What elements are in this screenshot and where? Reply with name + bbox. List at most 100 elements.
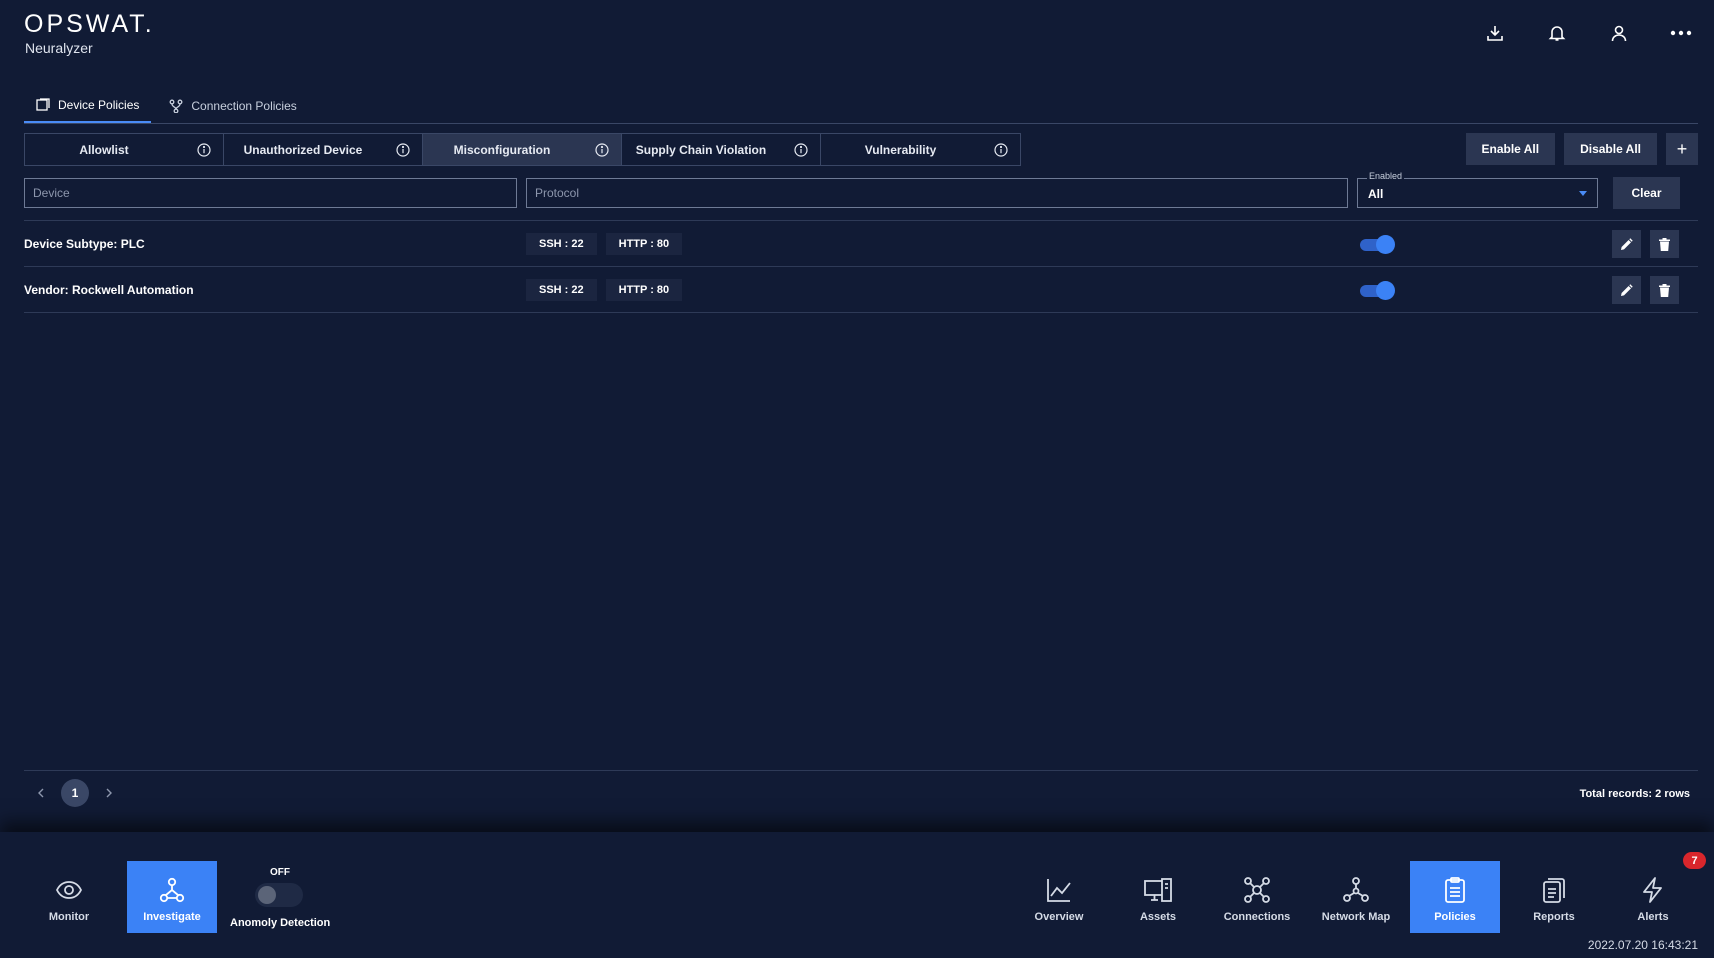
protocol-chip: SSH : 22 <box>526 279 597 301</box>
user-icon[interactable] <box>1600 20 1638 46</box>
category-misconfiguration[interactable]: Misconfiguration <box>423 134 622 165</box>
device-icon <box>36 98 50 111</box>
trash-icon <box>1659 283 1670 297</box>
info-icon[interactable] <box>396 142 410 157</box>
nav-label: Investigate <box>143 911 201 923</box>
enabled-select-label: Enabled <box>1367 171 1405 181</box>
nav-overview[interactable]: Overview <box>1014 861 1104 933</box>
category-label: Vulnerability <box>864 142 937 157</box>
category-label: Misconfiguration <box>453 142 551 157</box>
enabled-select[interactable]: Enabled All <box>1357 171 1598 208</box>
enabled-toggle[interactable] <box>1360 235 1395 254</box>
chevron-right-icon[interactable] <box>102 786 116 800</box>
timestamp: 2022.07.20 16:43:21 <box>1587 938 1698 952</box>
toggle-knob <box>1376 281 1395 300</box>
bulk-actions: Enable All Disable All + <box>1465 133 1698 165</box>
device-filter-input[interactable] <box>24 178 517 208</box>
reports-icon <box>1540 876 1568 904</box>
info-icon[interactable] <box>197 142 211 157</box>
protocol-chips: SSH : 22 HTTP : 80 <box>526 233 683 255</box>
bolt-icon <box>1639 876 1667 904</box>
pencil-icon <box>1620 237 1633 251</box>
policy-name: Device Subtype: PLC <box>24 237 145 251</box>
app-header: OPSWAT. Neuralyzer <box>0 0 1714 80</box>
anomaly-detection: OFF Anomoly Detection <box>228 864 332 934</box>
page-number[interactable]: 1 <box>61 779 89 807</box>
delete-button[interactable] <box>1650 276 1679 304</box>
info-icon[interactable] <box>595 142 609 157</box>
nav-connections[interactable]: Connections <box>1212 861 1302 933</box>
row-actions <box>1612 276 1679 304</box>
download-icon[interactable] <box>1476 20 1514 46</box>
caret-down-icon <box>1579 191 1587 196</box>
header-actions <box>1476 20 1700 46</box>
branch-icon <box>169 99 183 113</box>
opswat-logo: OPSWAT. <box>24 10 155 38</box>
delete-button[interactable] <box>1650 230 1679 258</box>
nav-monitor[interactable]: Monitor <box>24 861 114 933</box>
category-tabs: Allowlist Unauthorized Device Misconfigu… <box>24 133 1021 166</box>
edit-button[interactable] <box>1612 230 1641 258</box>
nav-policies[interactable]: Policies <box>1410 861 1500 933</box>
nav-label: Assets <box>1139 911 1177 923</box>
nav-alerts[interactable]: Alerts <box>1608 861 1698 933</box>
policy-name: Vendor: Rockwell Automation <box>24 283 194 297</box>
nav-reports[interactable]: Reports <box>1509 861 1599 933</box>
protocol-chip: HTTP : 80 <box>605 279 683 301</box>
table-row: Vendor: Rockwell Automation SSH : 22 HTT… <box>24 267 1698 313</box>
info-icon[interactable] <box>994 142 1008 157</box>
anomaly-state: OFF <box>270 867 290 878</box>
enabled-toggle[interactable] <box>1360 281 1395 300</box>
category-label: Unauthorized Device <box>243 142 363 157</box>
devices-icon <box>1144 876 1172 904</box>
bottom-dock: Monitor Investigate OFF Anomoly Detectio… <box>0 832 1714 958</box>
tab-device-policies[interactable]: Device Policies <box>24 88 152 123</box>
nav-network-map[interactable]: Network Map <box>1311 861 1401 933</box>
toggle-knob <box>1376 235 1395 254</box>
protocol-filter-input[interactable] <box>526 178 1348 208</box>
toggle-knob <box>258 886 276 904</box>
clear-button[interactable]: Clear <box>1613 177 1680 209</box>
network-map-icon <box>1342 876 1370 904</box>
category-vulnerability[interactable]: Vulnerability <box>821 134 1020 165</box>
add-policy-button[interactable]: + <box>1666 133 1698 165</box>
disable-all-button[interactable]: Disable All <box>1564 133 1657 165</box>
product-name: Neuralyzer <box>25 40 93 56</box>
trash-icon <box>1659 237 1670 251</box>
row-actions <box>1612 230 1679 258</box>
tab-label: Connection Policies <box>191 98 297 113</box>
category-label: Supply Chain Violation <box>635 142 767 157</box>
more-icon[interactable] <box>1662 20 1700 46</box>
nav-label: Policies <box>1434 911 1476 923</box>
protocol-chip: SSH : 22 <box>526 233 597 255</box>
bell-icon[interactable] <box>1538 20 1576 46</box>
category-supply-chain-violation[interactable]: Supply Chain Violation <box>622 134 821 165</box>
tab-label: Device Policies <box>58 97 140 112</box>
clipboard-icon <box>1441 876 1469 904</box>
enabled-select-value: All <box>1368 187 1384 201</box>
nav-label: Reports <box>1533 911 1575 923</box>
connections-icon <box>1243 876 1271 904</box>
info-icon[interactable] <box>794 142 808 157</box>
category-unauthorized-device[interactable]: Unauthorized Device <box>224 134 423 165</box>
nav-label: Connections <box>1223 911 1291 923</box>
chevron-left-icon[interactable] <box>34 786 48 800</box>
anomaly-label: Anomoly Detection <box>230 917 331 929</box>
nav-assets[interactable]: Assets <box>1113 861 1203 933</box>
nav-investigate[interactable]: Investigate <box>127 861 217 933</box>
nav-label: Overview <box>1034 911 1084 923</box>
edit-button[interactable] <box>1612 276 1641 304</box>
policy-table: Device Subtype: PLC SSH : 22 HTTP : 80 V… <box>24 220 1698 313</box>
policy-tabs: Device Policies Connection Policies <box>24 88 1698 124</box>
category-allowlist[interactable]: Allowlist <box>25 134 224 165</box>
hierarchy-icon <box>158 876 186 904</box>
tab-connection-policies[interactable]: Connection Policies <box>157 88 308 123</box>
protocol-chips: SSH : 22 HTTP : 80 <box>526 279 683 301</box>
nav-label: Monitor <box>48 911 90 923</box>
table-row: Device Subtype: PLC SSH : 22 HTTP : 80 <box>24 221 1698 267</box>
pagination: 1 Total records: 2 rows <box>24 770 1698 818</box>
enable-all-button[interactable]: Enable All <box>1465 133 1556 165</box>
eye-icon <box>55 876 83 904</box>
nav-label: Network Map <box>1321 911 1391 923</box>
anomaly-toggle[interactable] <box>255 883 303 907</box>
